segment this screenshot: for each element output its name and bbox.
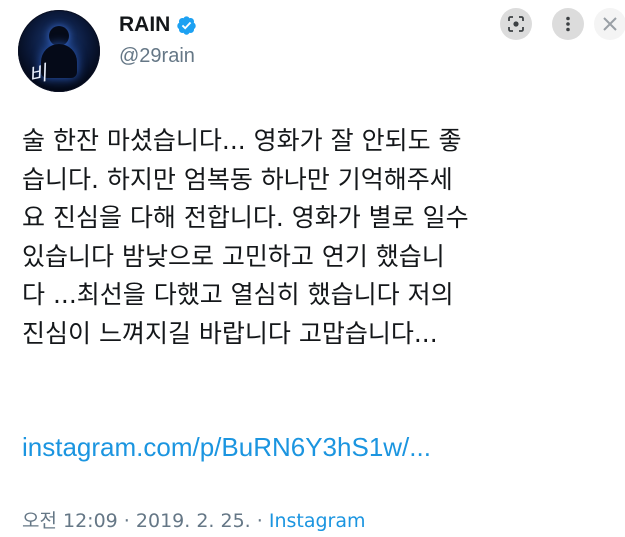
name-row: RAIN (119, 13, 197, 37)
more-options-button[interactable] (552, 8, 584, 40)
tweet-line: 다 ...최선을 다했고 열심히 했습니다 저의 (22, 280, 454, 309)
tweet-date[interactable]: 2019. 2. 25. (136, 510, 251, 532)
meta-separator: · (250, 510, 269, 532)
more-vertical-icon (566, 16, 570, 32)
lens-icon (508, 16, 524, 32)
close-button[interactable] (594, 8, 625, 40)
tweet-line: 습니다. 하지만 엄복동 하나만 기억해주세 (22, 164, 453, 194)
tweet-line: 있습니다 밤낮으로 고민하고 연기 했습니 (22, 241, 445, 271)
meta-separator: · (117, 510, 136, 532)
instagram-link[interactable]: instagram.com/p/BuRN6Y3hS1w/... (22, 432, 431, 463)
close-icon (603, 17, 617, 31)
verified-badge-icon (177, 15, 197, 35)
display-name[interactable]: RAIN (119, 13, 170, 37)
tweet-line: 술 한잔 마셨습니다... 영화가 잘 안되도 좋 (22, 126, 462, 155)
avatar-figure-head (49, 26, 69, 46)
tweet-source[interactable]: Instagram (269, 510, 366, 532)
lens-button[interactable] (500, 8, 532, 40)
avatar[interactable]: 비 (18, 10, 100, 92)
tweet-meta: 오전 12:09 · 2019. 2. 25. · Instagram (22, 506, 366, 533)
tweet-time[interactable]: 오전 12:09 (22, 510, 118, 532)
handle[interactable]: @29rain (119, 45, 195, 68)
tweet-line: 진심이 느껴지길 바랍니다 고맙습니다... (22, 318, 438, 348)
tweet-text: 술 한잔 마셨습니다... 영화가 잘 안되도 좋 습니다. 하지만 엄복동 하… (22, 122, 622, 353)
tweet-line: 요 진심을 다해 전합니다. 영화가 별로 일수 (22, 203, 469, 232)
